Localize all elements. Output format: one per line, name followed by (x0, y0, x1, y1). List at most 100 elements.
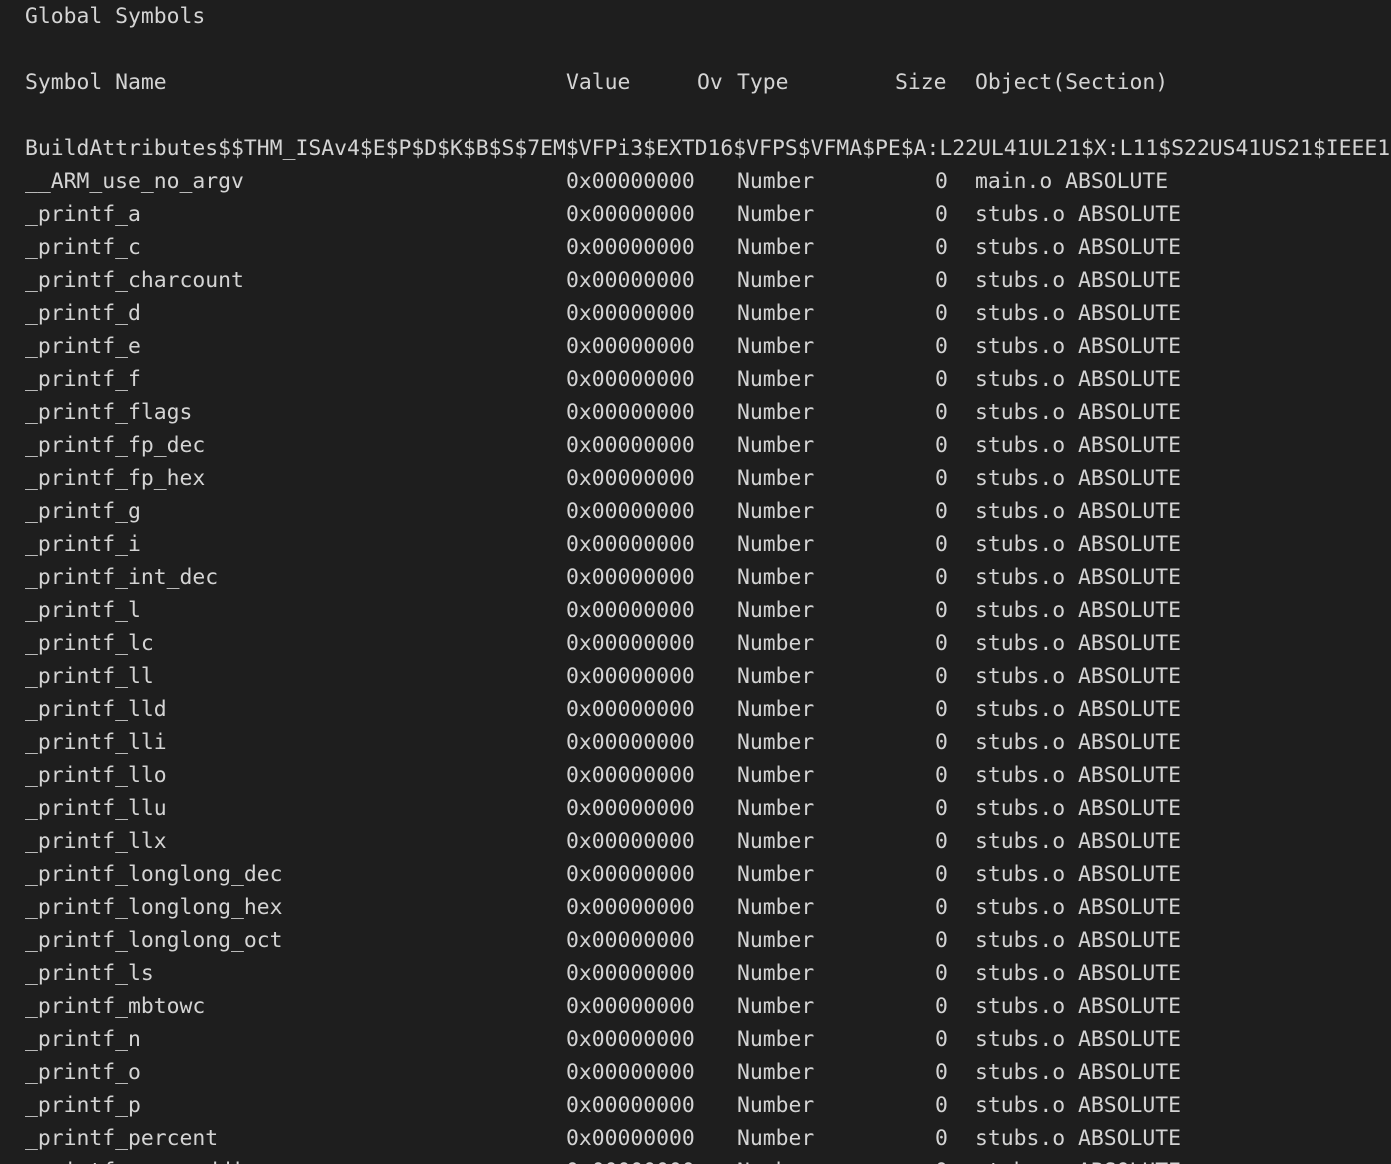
symbol-name: _printf_d (25, 301, 141, 326)
symbol-name: _printf_longlong_oct (25, 928, 283, 953)
symbol-name: _printf_lld (25, 697, 167, 722)
symbol-type: Number (737, 763, 815, 788)
header-object-section: Object(Section) (975, 70, 1169, 95)
symbol-type: Number (737, 961, 815, 986)
symbol-value: 0x00000000 (566, 169, 695, 194)
symbol-value: 0x00000000 (566, 796, 695, 821)
symbol-size: 0 (935, 928, 948, 953)
symbol-type: Number (737, 235, 815, 260)
symbol-object-section: stubs.o ABSOLUTE (975, 1126, 1182, 1151)
symbol-name: _printf_g (25, 499, 141, 524)
symbol-size: 0 (935, 697, 948, 722)
symbol-object-section: stubs.o ABSOLUTE (975, 433, 1182, 458)
symbol-size: 0 (935, 1155, 948, 1164)
symbol-object-section: stubs.o ABSOLUTE (975, 202, 1182, 227)
symbol-type: Number (737, 730, 815, 755)
symbol-object-section: stubs.o ABSOLUTE (975, 631, 1182, 656)
symbol-object-section: stubs.o ABSOLUTE (975, 367, 1182, 392)
symbol-object-section: stubs.o ABSOLUTE (975, 598, 1182, 623)
symbol-type: Number (737, 301, 815, 326)
header-size: Size (895, 70, 947, 95)
symbol-object-section: stubs.o ABSOLUTE (975, 895, 1182, 920)
symbol-size: 0 (935, 400, 948, 425)
symbol-size: 0 (935, 268, 948, 293)
symbol-size: 0 (935, 763, 948, 788)
symbol-size: 0 (935, 202, 948, 227)
symbol-object-section: stubs.o ABSOLUTE (975, 466, 1182, 491)
symbol-value: 0x00000000 (566, 994, 695, 1019)
symbol-name: _printf_mbtowc (25, 994, 206, 1019)
symbol-size: 0 (935, 862, 948, 887)
symbol-object-section: stubs.o ABSOLUTE (975, 862, 1182, 887)
symbol-type: Number (737, 1093, 815, 1118)
symbol-type: Number (737, 928, 815, 953)
symbol-object-section: stubs.o ABSOLUTE (975, 565, 1182, 590)
build-attributes-text: BuildAttributes$$THM_ISAv4$E$P$D$K$B$S$7… (25, 136, 1391, 161)
symbol-value: 0x00000000 (566, 697, 695, 722)
symbol-name: _printf_n (25, 1027, 141, 1052)
symbol-type: Number (737, 829, 815, 854)
symbol-type: Number (737, 895, 815, 920)
symbol-name: __ARM_use_no_argv (25, 169, 244, 194)
symbol-object-section: main.o ABSOLUTE (975, 169, 1169, 194)
symbol-name: _printf_lc (25, 631, 154, 656)
symbol-object-section: stubs.o ABSOLUTE (975, 961, 1182, 986)
symbol-value: 0x00000000 (566, 235, 695, 260)
symbol-size: 0 (935, 235, 948, 260)
symbol-value: 0x00000000 (566, 301, 695, 326)
symbol-value: 0x00000000 (566, 829, 695, 854)
symbol-object-section: stubs.o ABSOLUTE (975, 1093, 1182, 1118)
symbol-name: _printf_llu (25, 796, 167, 821)
symbol-object-section: stubs.o ABSOLUTE (975, 400, 1182, 425)
symbol-value: 0x00000000 (566, 400, 695, 425)
symbol-name: _printf_o (25, 1060, 141, 1085)
symbol-size: 0 (935, 961, 948, 986)
symbol-value: 0x00000000 (566, 1155, 695, 1164)
symbol-type: Number (737, 697, 815, 722)
symbol-type: Number (737, 1060, 815, 1085)
symbol-object-section: stubs.o ABSOLUTE (975, 301, 1182, 326)
symbol-size: 0 (935, 598, 948, 623)
symbol-value: 0x00000000 (566, 202, 695, 227)
symbol-object-section: stubs.o ABSOLUTE (975, 499, 1182, 524)
symbol-name: _printf_c (25, 235, 141, 260)
symbol-size: 0 (935, 730, 948, 755)
symbol-object-section: stubs.o ABSOLUTE (975, 664, 1182, 689)
symbol-type: Number (737, 466, 815, 491)
symbol-size: 0 (935, 367, 948, 392)
symbol-object-section: stubs.o ABSOLUTE (975, 796, 1182, 821)
symbol-object-section: stubs.o ABSOLUTE (975, 532, 1182, 557)
symbol-type: Number (737, 994, 815, 1019)
symbol-type: Number (737, 268, 815, 293)
editor-text-area[interactable]: Global Symbols Symbol Name Value Ov Type… (0, 0, 1391, 1164)
symbol-type: Number (737, 1027, 815, 1052)
symbol-size: 0 (935, 895, 948, 920)
symbol-size: 0 (935, 301, 948, 326)
header-value: Value (566, 70, 631, 95)
symbol-name: _printf_llx (25, 829, 167, 854)
symbol-name: _printf_p (25, 1093, 141, 1118)
symbol-object-section: stubs.o ABSOLUTE (975, 1155, 1181, 1164)
symbol-size: 0 (935, 334, 948, 359)
symbol-name: _printf_lli (25, 730, 167, 755)
symbol-name: _printf_ll (25, 664, 154, 689)
symbol-value: 0x00000000 (566, 532, 695, 557)
symbol-size: 0 (935, 664, 948, 689)
symbol-object-section: stubs.o ABSOLUTE (975, 1027, 1182, 1052)
symbol-value: 0x00000000 (566, 367, 695, 392)
symbol-value: 0x00000000 (566, 1060, 695, 1085)
symbol-type: Number (737, 631, 815, 656)
symbol-type: Number (737, 400, 815, 425)
symbol-type: Number (737, 664, 815, 689)
symbol-value: 0x00000000 (566, 895, 695, 920)
symbol-name: _printf_a (25, 202, 141, 227)
symbol-type: Number (737, 499, 815, 524)
build-attributes-line: BuildAttributes$$THM_ISAv4$E$P$D$K$B$S$7… (25, 132, 1391, 165)
symbol-name: _printf_int_dec (25, 565, 219, 590)
symbol-name: _printf_fp_dec (25, 433, 206, 458)
symbol-size: 0 (935, 565, 948, 590)
symbol-object-section: stubs.o ABSOLUTE (975, 697, 1182, 722)
symbol-value: 0x00000000 (566, 598, 695, 623)
symbol-name: _printf_e (25, 334, 141, 359)
section-title: Global Symbols (25, 0, 205, 33)
